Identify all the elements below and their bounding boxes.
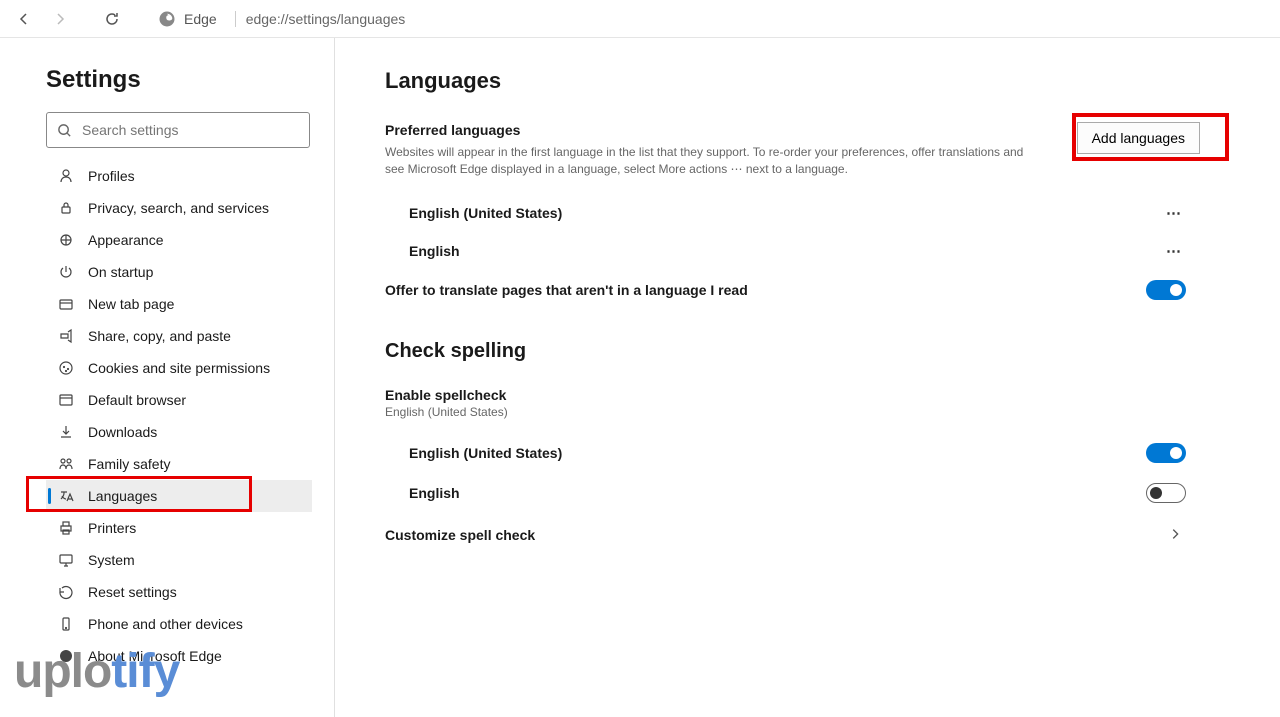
settings-nav: Profiles Privacy, search, and services A… <box>46 160 312 672</box>
nav-about[interactable]: About Microsoft Edge <box>46 640 312 672</box>
customize-spell-check-link[interactable]: Customize spell check <box>385 513 1200 558</box>
nav-label: Profiles <box>88 168 135 184</box>
spellcheck-language-row: English <box>385 473 1200 513</box>
nav-default-browser[interactable]: Default browser <box>46 384 312 416</box>
nav-cookies[interactable]: Cookies and site permissions <box>46 352 312 384</box>
customize-label: Customize spell check <box>385 527 535 543</box>
nav-label: Default browser <box>88 392 186 408</box>
browser-name: Edge <box>184 11 217 27</box>
nav-label: Printers <box>88 520 136 536</box>
settings-title: Settings <box>46 66 312 94</box>
nav-label: Phone and other devices <box>88 616 243 632</box>
reset-icon <box>58 584 74 600</box>
cookie-icon <box>58 360 74 376</box>
nav-phone[interactable]: Phone and other devices <box>46 608 312 640</box>
refresh-button[interactable] <box>96 3 128 35</box>
nav-label: Family safety <box>88 456 170 472</box>
phone-icon <box>58 616 74 632</box>
spellcheck-language-name: English (United States) <box>409 445 562 461</box>
search-input[interactable] <box>82 122 299 138</box>
check-spelling-heading: Check spelling <box>385 340 1200 363</box>
enable-spellcheck-desc: English (United States) <box>385 405 1200 419</box>
nav-downloads[interactable]: Downloads <box>46 416 312 448</box>
language-name: English (United States) <box>409 205 562 221</box>
nav-reset[interactable]: Reset settings <box>46 576 312 608</box>
nav-label: Downloads <box>88 424 157 440</box>
more-actions-button[interactable]: ⋯ <box>1166 204 1182 222</box>
nav-family[interactable]: Family safety <box>46 448 312 480</box>
power-icon <box>58 264 74 280</box>
address-bar[interactable]: edge://settings/languages <box>235 11 406 27</box>
system-icon <box>58 552 74 568</box>
page-title: Languages <box>385 68 1200 94</box>
nav-label: Languages <box>88 488 157 504</box>
nav-label: On startup <box>88 264 153 280</box>
nav-label: Reset settings <box>88 584 177 600</box>
browser-identity: Edge <box>148 10 227 28</box>
tab-icon <box>58 296 74 312</box>
nav-languages[interactable]: Languages <box>46 480 312 512</box>
back-button[interactable] <box>8 3 40 35</box>
preferred-languages-description: Websites will appear in the first langua… <box>385 144 1045 178</box>
translate-toggle-label: Offer to translate pages that aren't in … <box>385 282 748 298</box>
nav-newtab[interactable]: New tab page <box>46 288 312 320</box>
download-icon <box>58 424 74 440</box>
nav-system[interactable]: System <box>46 544 312 576</box>
family-icon <box>58 456 74 472</box>
translate-toggle[interactable] <box>1146 280 1186 300</box>
nav-share[interactable]: Share, copy, and paste <box>46 320 312 352</box>
share-icon <box>58 328 74 344</box>
nav-label: Share, copy, and paste <box>88 328 231 344</box>
spellcheck-toggle[interactable] <box>1146 443 1186 463</box>
search-icon <box>57 123 72 138</box>
languages-icon <box>58 488 74 504</box>
spellcheck-language-row: English (United States) <box>385 433 1200 473</box>
nav-label: New tab page <box>88 296 174 312</box>
nav-privacy[interactable]: Privacy, search, and services <box>46 192 312 224</box>
spellcheck-toggle[interactable] <box>1146 483 1186 503</box>
more-actions-button[interactable]: ⋯ <box>1166 242 1182 260</box>
chevron-right-icon <box>1168 527 1182 544</box>
spellcheck-language-name: English <box>409 485 460 501</box>
nav-label: Privacy, search, and services <box>88 200 269 216</box>
add-languages-button[interactable]: Add languages <box>1077 122 1200 154</box>
nav-profiles[interactable]: Profiles <box>46 160 312 192</box>
search-settings-box[interactable] <box>46 112 310 148</box>
about-icon <box>58 648 74 664</box>
forward-button[interactable] <box>44 3 76 35</box>
browser-icon <box>58 392 74 408</box>
appearance-icon <box>58 232 74 248</box>
language-row: English (United States) ⋯ <box>385 194 1200 232</box>
lock-icon <box>58 200 74 216</box>
nav-label: Cookies and site permissions <box>88 360 270 376</box>
language-name: English <box>409 243 460 259</box>
enable-spellcheck-label: Enable spellcheck <box>385 387 1200 403</box>
nav-appearance[interactable]: Appearance <box>46 224 312 256</box>
nav-printers[interactable]: Printers <box>46 512 312 544</box>
nav-label: System <box>88 552 135 568</box>
language-row: English ⋯ <box>385 232 1200 270</box>
nav-label: Appearance <box>88 232 164 248</box>
nav-label: About Microsoft Edge <box>88 648 222 664</box>
nav-startup[interactable]: On startup <box>46 256 312 288</box>
preferred-languages-heading: Preferred languages <box>385 122 1045 138</box>
edge-icon <box>158 10 176 28</box>
printer-icon <box>58 520 74 536</box>
profile-icon <box>58 168 74 184</box>
